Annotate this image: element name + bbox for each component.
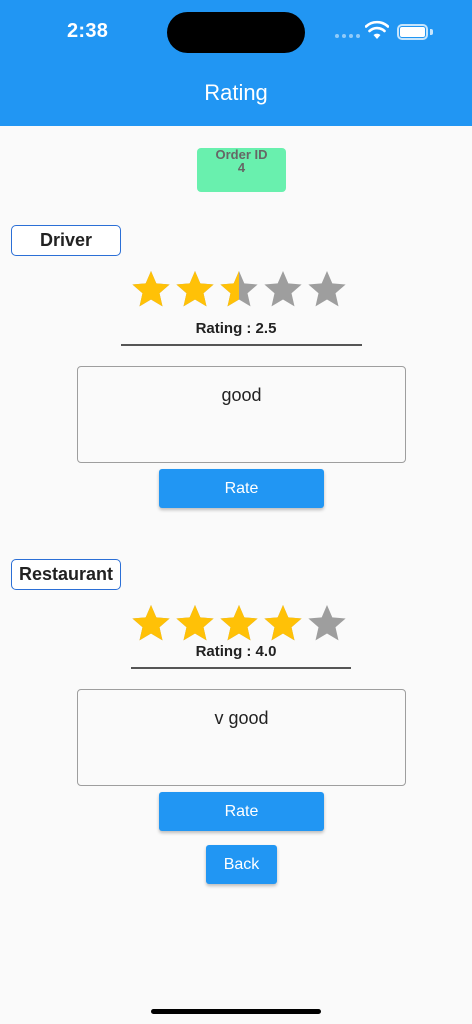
- status-time: 2:38: [67, 20, 109, 42]
- restaurant-star-rating[interactable]: [131, 603, 351, 643]
- restaurant-comment-field[interactable]: v good: [77, 689, 406, 786]
- star-empty-icon[interactable]: [307, 603, 347, 643]
- driver-star-rating[interactable]: [131, 269, 351, 309]
- driver-rating-divider: [121, 344, 362, 346]
- restaurant-section-label: Restaurant: [11, 559, 121, 590]
- driver-section-label: Driver: [11, 225, 121, 256]
- star-half-icon[interactable]: [219, 269, 259, 309]
- restaurant-rate-button[interactable]: Rate: [159, 792, 324, 831]
- back-button[interactable]: Back: [206, 845, 277, 884]
- star-filled-icon[interactable]: [131, 603, 171, 643]
- restaurant-rating-text: Rating : 4.0: [195, 643, 277, 660]
- battery-icon: [397, 24, 428, 40]
- dynamic-island: [167, 12, 305, 53]
- driver-comment-text: good: [221, 385, 262, 405]
- star-filled-icon[interactable]: [175, 603, 215, 643]
- star-filled-icon[interactable]: [175, 269, 215, 309]
- driver-rate-button[interactable]: Rate: [159, 469, 324, 508]
- star-filled-icon[interactable]: [131, 269, 171, 309]
- star-empty-icon[interactable]: [307, 269, 347, 309]
- page-title: Rating: [204, 80, 268, 105]
- wifi-icon: [365, 20, 389, 39]
- order-id-value: 4: [237, 160, 246, 175]
- cellular-signal-icon: [335, 34, 360, 38]
- driver-comment-field[interactable]: good: [77, 366, 406, 463]
- driver-rating-text: Rating : 2.5: [195, 320, 277, 337]
- order-id-chip: Order ID 4: [197, 148, 286, 192]
- restaurant-comment-text: v good: [214, 708, 269, 728]
- battery-cap: [430, 29, 433, 35]
- star-filled-icon[interactable]: [219, 603, 259, 643]
- restaurant-rating-divider: [131, 667, 351, 669]
- home-indicator: [151, 1009, 321, 1014]
- star-filled-icon[interactable]: [263, 603, 303, 643]
- app-bar: 2:38 Rating: [0, 0, 472, 126]
- star-empty-icon[interactable]: [263, 269, 303, 309]
